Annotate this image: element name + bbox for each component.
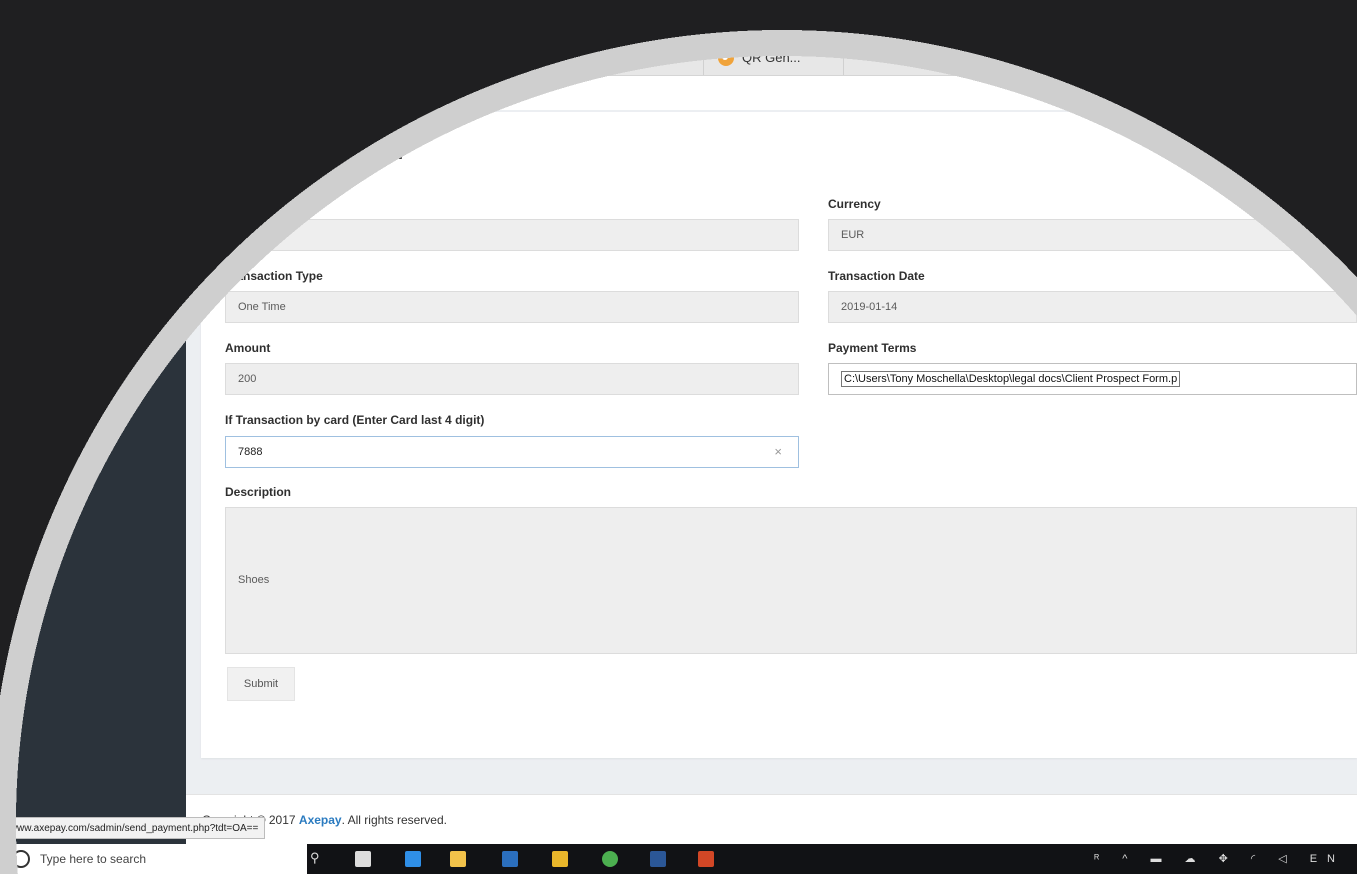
form-panel xyxy=(201,112,1357,758)
payment-terms-label: Payment Terms xyxy=(828,341,917,355)
transaction-id-label: Transaction ID xyxy=(225,197,308,211)
url-text: send_payment.php?tdt=OA== xyxy=(320,87,468,99)
taskbar-search[interactable]: Type here to search xyxy=(0,844,307,874)
taskbar-search-placeholder: Type here to search xyxy=(40,852,147,866)
transaction-type-field[interactable]: One Time xyxy=(225,291,799,323)
browser-tab-articul8te[interactable]: Articul8te xyxy=(534,40,704,75)
page-title: quest a Payment xyxy=(222,138,403,165)
outlook-icon[interactable] xyxy=(502,851,518,867)
clear-icon[interactable]: × xyxy=(774,444,782,459)
transaction-date-field[interactable]: 2019-01-14 xyxy=(828,291,1357,323)
screen-stage: Articul8te QR Gen... send_payment.php?td… xyxy=(0,0,1357,874)
transaction-type-label: Transaction Type xyxy=(225,269,323,283)
card-last4-value: 7888 xyxy=(238,446,263,458)
edge-icon[interactable] xyxy=(405,851,421,867)
qr-icon xyxy=(718,49,734,66)
screen: Articul8te QR Gen... send_payment.php?td… xyxy=(0,0,1357,874)
payment-terms-path: C:\Users\Tony Moschella\Desktop\legal do… xyxy=(841,371,1181,387)
currency-field[interactable]: EUR xyxy=(828,219,1357,251)
currency-label: Currency xyxy=(828,197,881,211)
browser-tab-1[interactable] xyxy=(330,40,534,75)
card-last4-label: If Transaction by card (Enter Card last … xyxy=(225,413,485,427)
transaction-id-value: 8 xyxy=(238,229,245,241)
microphone-icon[interactable]: ⚲ xyxy=(310,850,324,866)
address-bar[interactable]: send_payment.php?tdt=OA== xyxy=(0,76,1357,111)
description-label: Description xyxy=(225,485,292,499)
tab-label: QR Gen... xyxy=(742,50,801,65)
task-view-icon[interactable] xyxy=(355,851,371,867)
payment-terms-file-input[interactable]: C:\Users\Tony Moschella\Desktop\legal do… xyxy=(828,363,1357,395)
window-icon xyxy=(548,51,564,64)
sidebar xyxy=(0,110,186,844)
tab-label: Articul8te xyxy=(572,50,627,65)
powerpoint-icon[interactable] xyxy=(698,851,714,867)
transaction-id-field[interactable]: 8 xyxy=(225,219,799,251)
app-icon[interactable] xyxy=(552,851,568,867)
card-last4-input[interactable]: 7888 × xyxy=(225,436,799,468)
browser-tab-qr[interactable]: QR Gen... xyxy=(704,40,844,75)
file-explorer-icon[interactable] xyxy=(450,851,466,867)
currency-value: EUR xyxy=(841,229,865,241)
footer: Copyright © 2017 Axepay. All rights rese… xyxy=(186,794,1357,845)
transaction-date-value: 2019-01-14 xyxy=(841,301,898,313)
amount-field[interactable]: 200 xyxy=(225,363,799,395)
description-textarea[interactable]: Shoes xyxy=(225,507,1357,654)
status-url-tooltip: /www.axepay.com/sadmin/send_payment.php?… xyxy=(0,817,266,839)
amount-label: Amount xyxy=(225,341,271,355)
cortana-icon xyxy=(12,850,30,868)
browser-tab-strip: Articul8te QR Gen... xyxy=(0,40,1357,76)
brand-link[interactable]: Axepay xyxy=(299,813,342,827)
system-tray[interactable]: ᴿ ^ ▬ ☁ ✥ ◜ ◁ EN xyxy=(1094,852,1345,865)
copyright-suffix: . All rights reserved. xyxy=(341,813,447,827)
transaction-type-value: One Time xyxy=(238,301,286,313)
submit-button[interactable]: Submit xyxy=(227,667,295,701)
word-icon[interactable] xyxy=(650,851,666,867)
description-value: Shoes xyxy=(238,574,270,586)
transaction-date-label: Transaction Date xyxy=(828,269,925,283)
chrome-icon[interactable] xyxy=(602,851,618,867)
amount-value: 200 xyxy=(238,373,257,385)
taskbar: Type here to search ⚲ ᴿ ^ ▬ ☁ ✥ ◜ ◁ EN xyxy=(0,844,1357,874)
